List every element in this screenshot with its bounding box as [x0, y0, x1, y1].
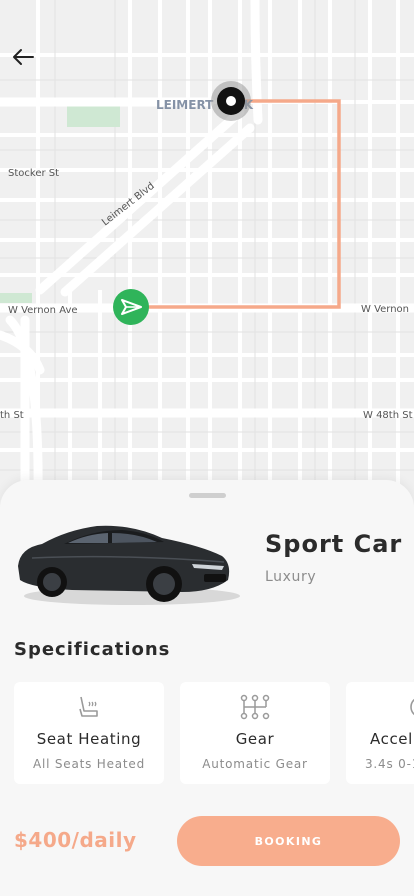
- car-type: Luxury: [265, 569, 317, 585]
- arrow-left-icon: [13, 49, 34, 65]
- destination-marker[interactable]: [211, 81, 251, 121]
- spec-name: Gear: [235, 730, 275, 748]
- spec-desc: Automatic Gear: [202, 757, 308, 771]
- spec-name: Accel: [370, 730, 413, 748]
- car-name: Sport Car: [265, 530, 403, 558]
- spec-card-acceleration[interactable]: Accel 3.4s 0-1: [346, 682, 414, 784]
- map-label-48th: W 48th St: [363, 410, 413, 421]
- sheet-drag-handle[interactable]: [189, 493, 226, 498]
- car-image: [18, 525, 240, 605]
- spec-card-seat-heating[interactable]: Seat Heating All Seats Heated: [14, 682, 164, 784]
- map-label-stocker: Stocker St: [8, 168, 59, 179]
- speedometer-icon: [410, 698, 414, 716]
- spec-desc: All Seats Heated: [32, 757, 146, 771]
- spec-name: Seat Heating: [36, 730, 142, 748]
- spec-desc: 3.4s 0-1: [365, 757, 414, 771]
- daily-price: $400/daily: [14, 828, 137, 852]
- car-details-sheet: Sport Car Luxury Specifications Seat Hea…: [0, 480, 414, 896]
- gear-shift-icon: [240, 694, 270, 720]
- map-label-west-street: th St: [0, 410, 24, 421]
- seat-heating-icon: [79, 696, 98, 717]
- start-marker[interactable]: [113, 289, 149, 325]
- specifications-title: Specifications: [14, 639, 171, 660]
- booking-button[interactable]: BOOKING: [177, 816, 400, 866]
- back-button[interactable]: [10, 44, 36, 70]
- route-map[interactable]: LEIMERT PARK Stocker St Leimert Blvd W V…: [0, 0, 414, 505]
- spec-card-gear[interactable]: Gear Automatic Gear: [180, 682, 330, 784]
- map-label-vernon-east: W Vernon: [361, 304, 409, 315]
- map-label-vernon: W Vernon Ave: [8, 305, 78, 316]
